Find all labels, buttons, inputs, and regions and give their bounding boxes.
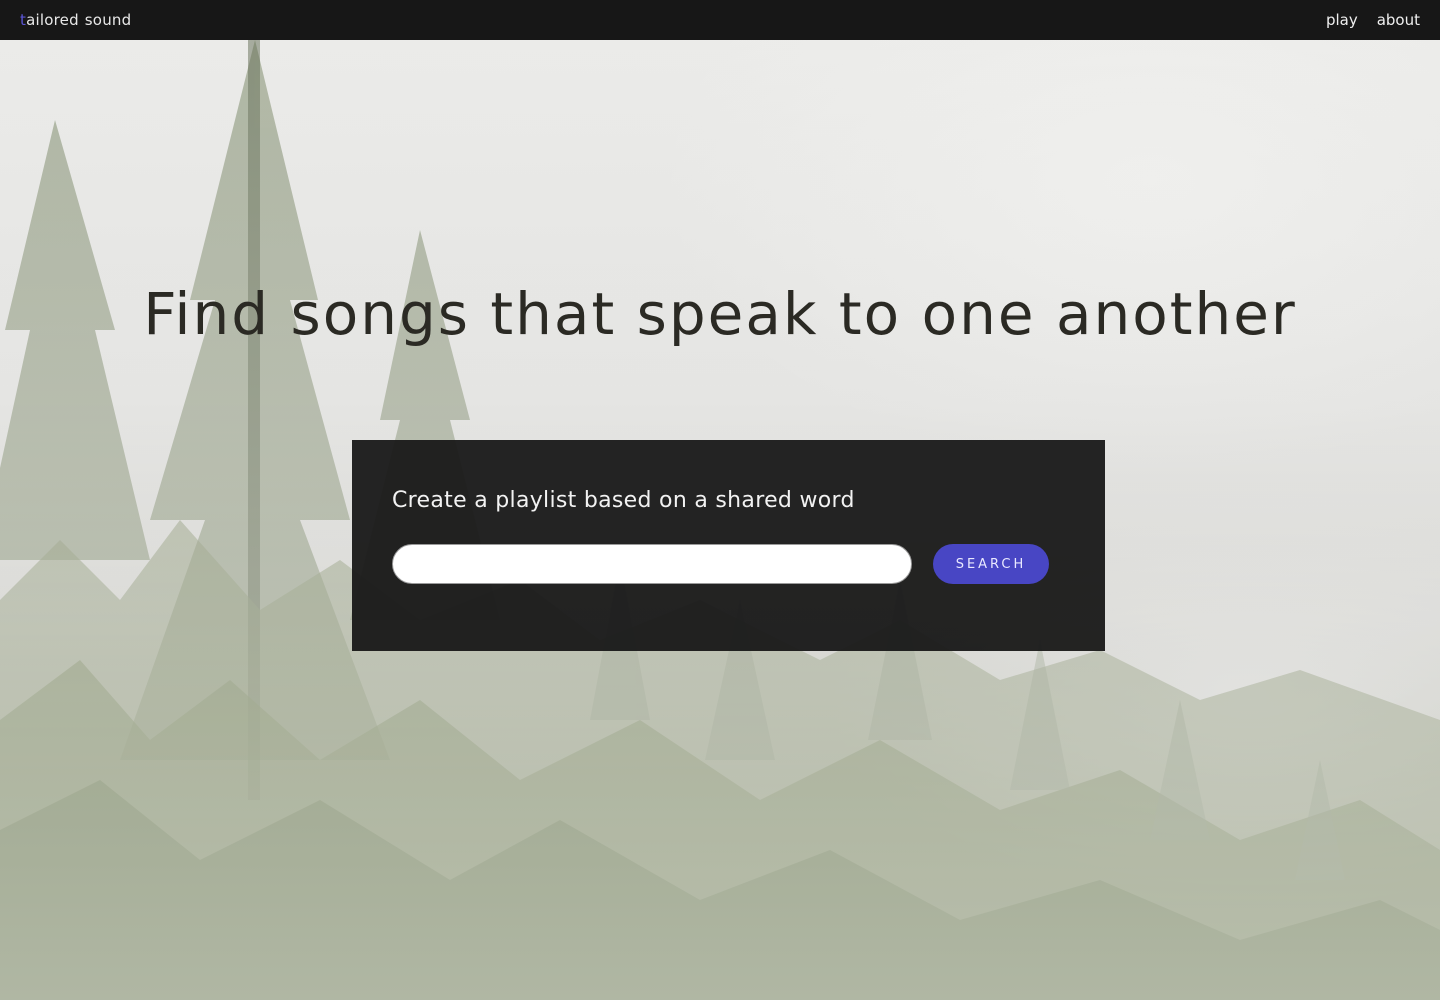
search-panel: Create a playlist based on a shared word… (352, 440, 1105, 651)
search-panel-heading: Create a playlist based on a shared word (392, 488, 855, 513)
brand-logo-link[interactable]: tailored sound (20, 11, 131, 29)
search-input[interactable] (392, 544, 912, 584)
top-navigation-bar: tailored sound play about (0, 0, 1440, 40)
search-row: SEARCH (392, 544, 1065, 584)
nav-link-about[interactable]: about (1377, 11, 1420, 29)
search-button[interactable]: SEARCH (933, 544, 1049, 584)
nav-link-play[interactable]: play (1326, 11, 1358, 29)
brand-word-second: sound (84, 11, 132, 29)
page: tailored sound play about Find songs that… (0, 0, 1440, 1000)
nav-links: play about (1326, 11, 1420, 29)
brand-word-first: ailored (26, 11, 79, 29)
hero-title: Find songs that speak to one another (143, 280, 1297, 348)
